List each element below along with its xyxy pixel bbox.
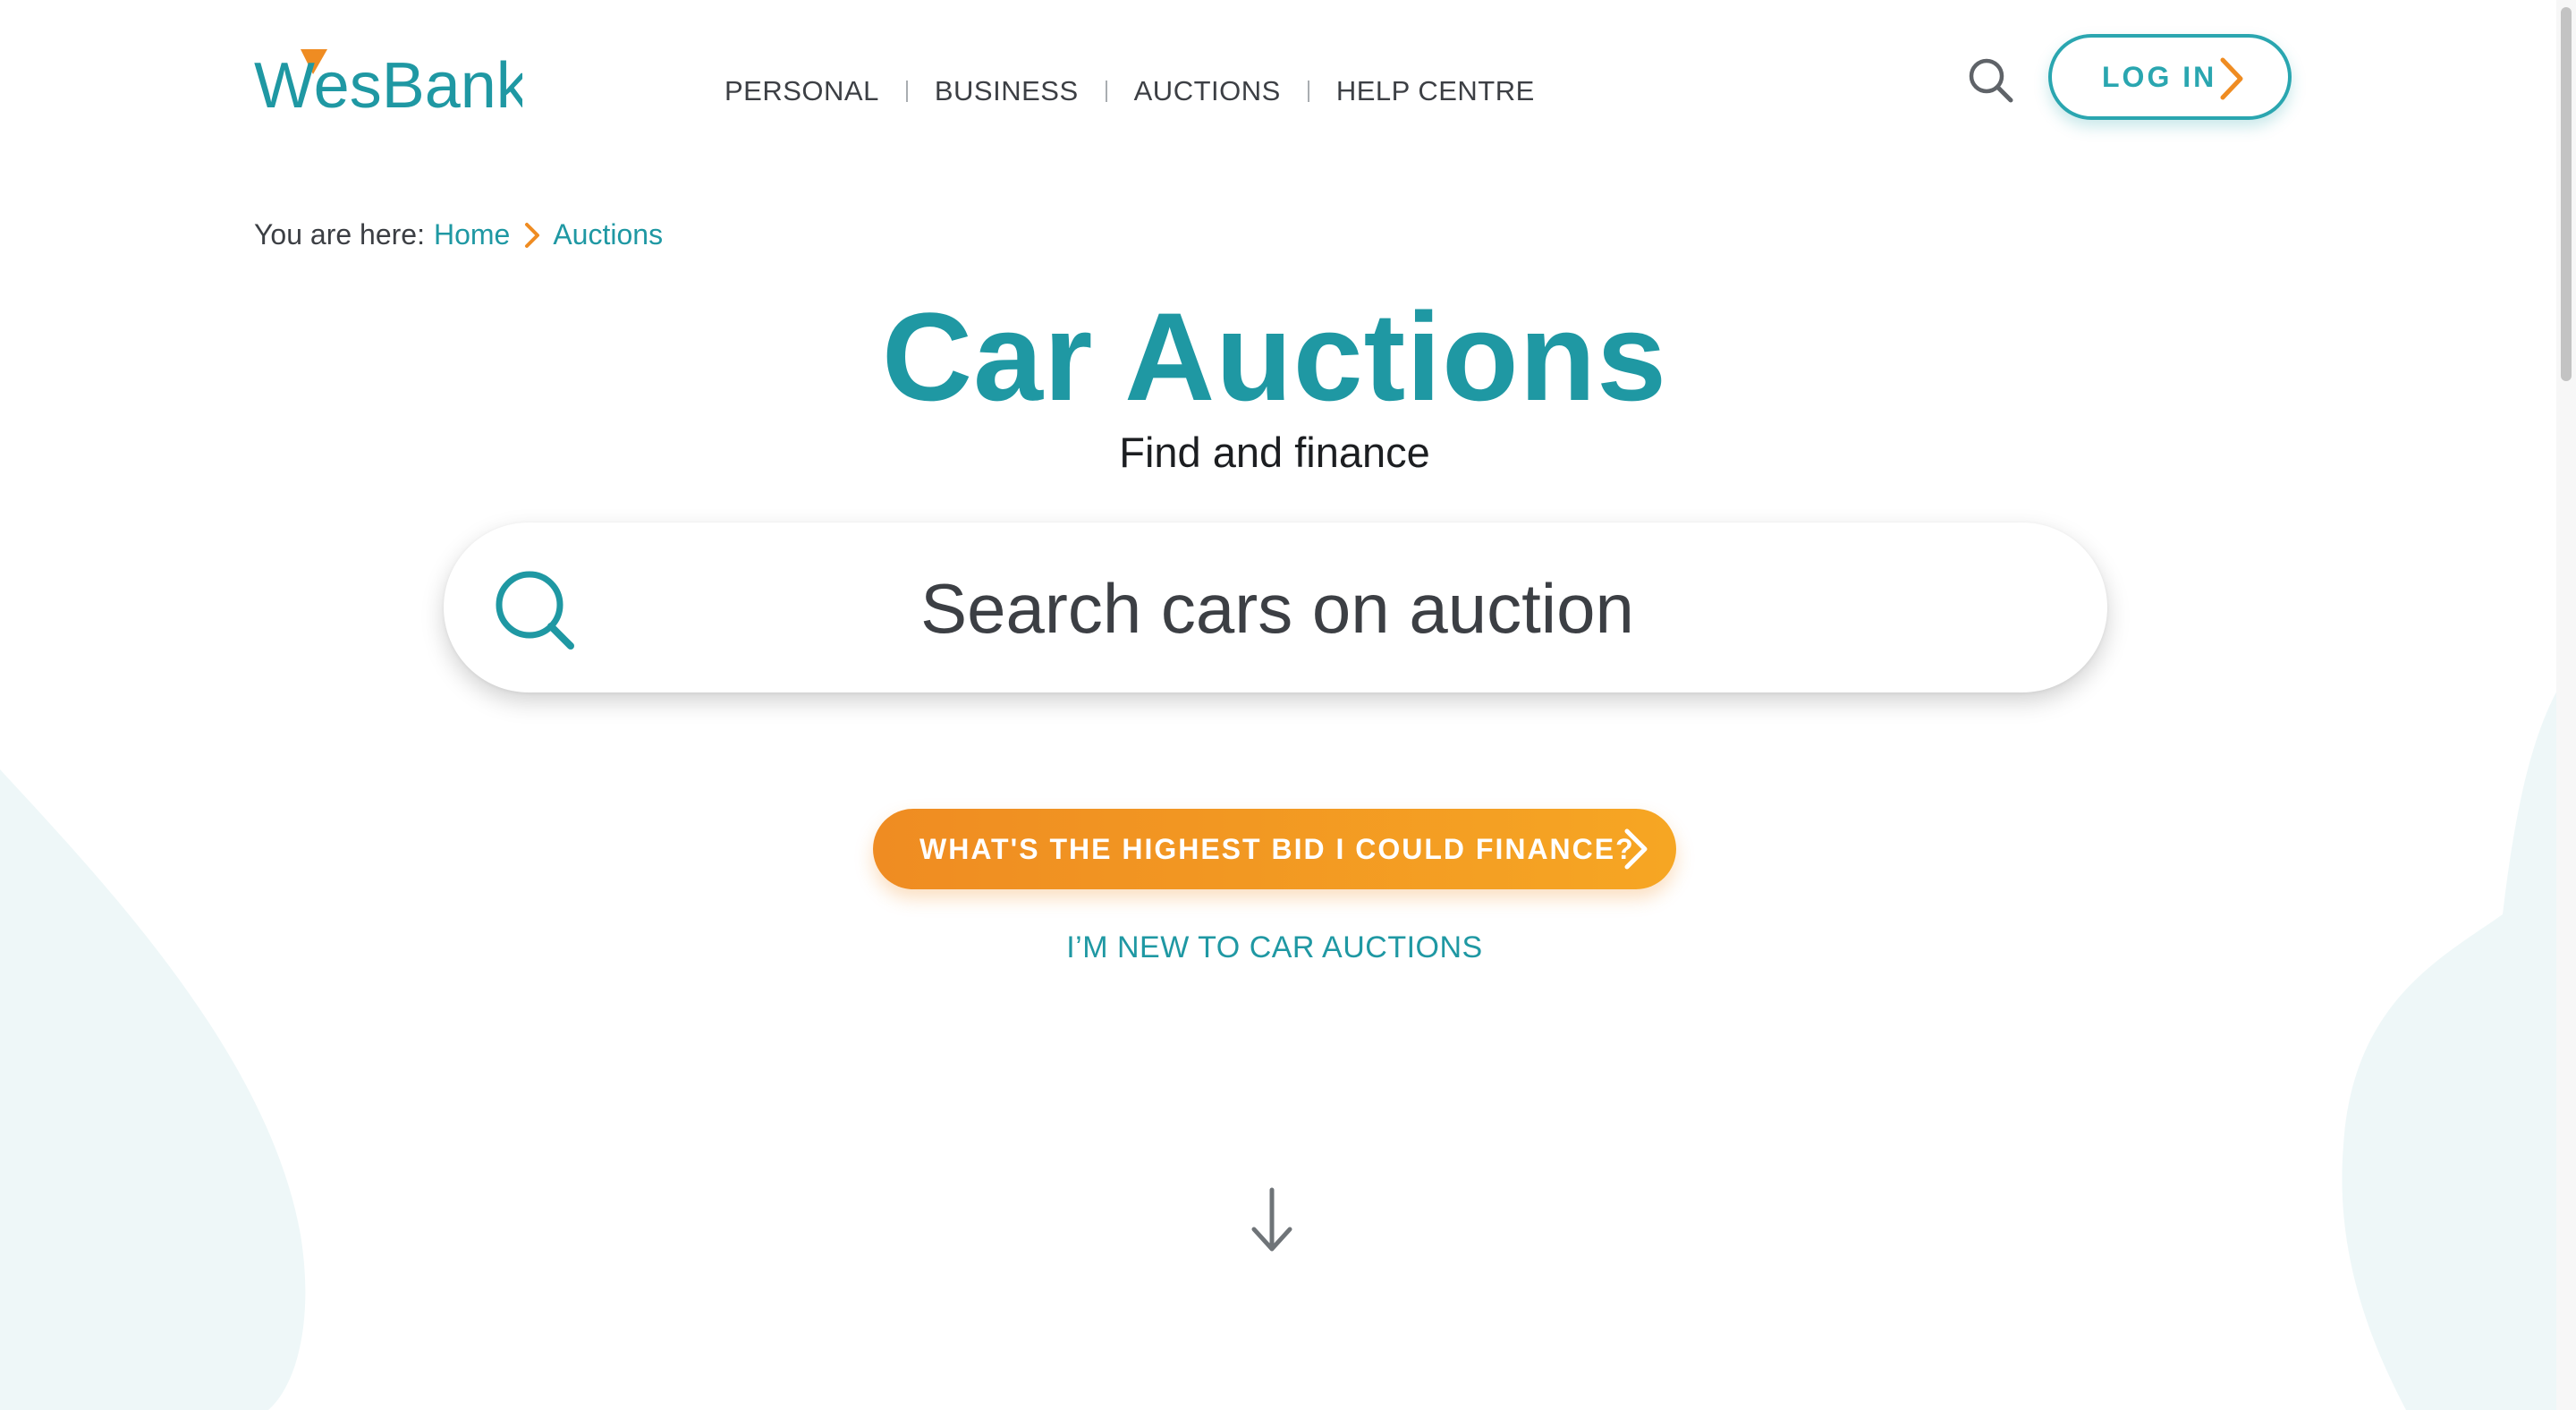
- background-blob-right: [2342, 662, 2576, 1410]
- chevron-right-icon: [2220, 57, 2243, 100]
- search-input[interactable]: [605, 522, 1950, 694]
- chevron-right-icon: [1624, 828, 1648, 870]
- search-icon[interactable]: [492, 567, 578, 653]
- nav-divider: [1105, 81, 1107, 102]
- nav-divider: [905, 81, 908, 102]
- nav-help-centre[interactable]: HELP CENTRE: [1336, 75, 1535, 107]
- auction-search-bar[interactable]: [444, 522, 2107, 694]
- breadcrumb-auctions[interactable]: Auctions: [553, 218, 663, 251]
- main-nav: PERSONAL BUSINESS AUCTIONS HELP CENTRE: [724, 75, 1535, 107]
- login-label: LOG IN: [2102, 60, 2217, 93]
- scrollbar[interactable]: [2556, 0, 2576, 1410]
- wesbank-logo[interactable]: WesBank: [254, 45, 522, 116]
- header-search-icon[interactable]: [1964, 54, 2018, 107]
- logo-text: WesBank: [254, 50, 522, 116]
- breadcrumb-prefix: You are here:: [254, 218, 425, 251]
- breadcrumb: You are here: Home Auctions: [254, 218, 663, 251]
- scrollbar-thumb[interactable]: [2561, 7, 2572, 381]
- arrow-down-icon[interactable]: [1249, 1186, 1295, 1254]
- new-to-car-auctions-link[interactable]: I’M NEW TO CAR AUCTIONS: [0, 930, 2549, 965]
- breadcrumb-home[interactable]: Home: [434, 218, 510, 251]
- nav-divider: [1307, 81, 1309, 102]
- breadcrumb-chevron-icon: [524, 222, 540, 249]
- page-title: Car Auctions: [881, 286, 1668, 427]
- nav-personal[interactable]: PERSONAL: [724, 75, 879, 107]
- nav-auctions[interactable]: AUCTIONS: [1134, 75, 1281, 107]
- page-subtitle: Find and finance: [1119, 429, 1430, 476]
- cta-label: WHAT'S THE HIGHEST BID I COULD FINANCE?: [919, 832, 1635, 865]
- page: WesBank PERSONAL BUSINESS AUCTIONS HELP …: [0, 0, 2576, 1410]
- background-blob-left: [0, 769, 306, 1410]
- nav-business[interactable]: BUSINESS: [935, 75, 1079, 107]
- highest-bid-finance-button[interactable]: WHAT'S THE HIGHEST BID I COULD FINANCE?: [873, 809, 1676, 889]
- login-button[interactable]: LOG IN: [2048, 34, 2292, 120]
